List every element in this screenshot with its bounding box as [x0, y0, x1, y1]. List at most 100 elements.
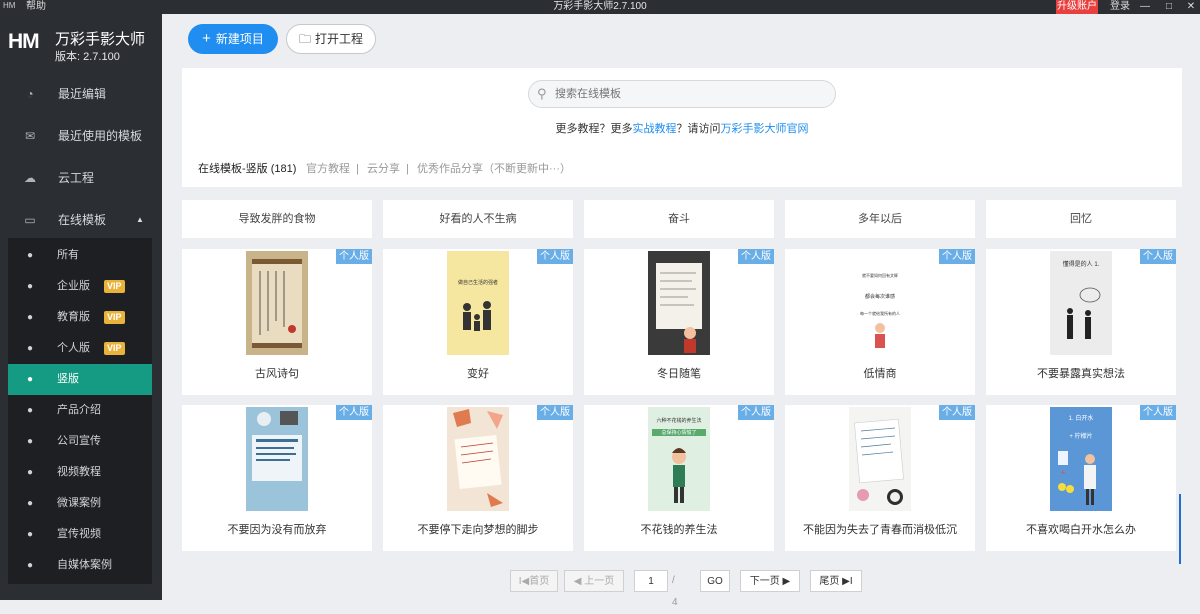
- tab-official-tutorials[interactable]: 官方教程: [306, 151, 350, 187]
- subitem-label: 教育版: [57, 311, 90, 323]
- subitem-label: 自媒体案例: [57, 559, 112, 571]
- more-tutorials-line: 更多教程？更多实战教程？请访问万彩手影大师官网: [182, 120, 1182, 136]
- personal-edition-badge: 个人版: [939, 405, 975, 420]
- template-card[interactable]: 个人版 古风诗句: [182, 249, 372, 395]
- login-button[interactable]: 登录: [1110, 0, 1130, 14]
- template-thumbnail: 就不要如何回有文辉 都会每次谁感 每一个就给我所有的人: [849, 251, 911, 355]
- tab-cloud-share[interactable]: 云分享: [367, 151, 400, 187]
- next-page-button[interactable]: 下一页 ▶: [740, 570, 800, 592]
- subitem-promo-video[interactable]: ● 宣传视频: [8, 519, 152, 550]
- prev-page-button[interactable]: ◀ 上一页: [564, 570, 624, 592]
- close-icon[interactable]: ✕: [1184, 0, 1198, 14]
- scrollbar[interactable]: [1179, 494, 1181, 564]
- category-tile[interactable]: 回忆: [986, 200, 1176, 238]
- template-card[interactable]: 个人版 冬日随笔: [584, 249, 774, 395]
- main-content: + 新建项目 🗀 打开工程 ⚲ 更多教程？更多实战教程？请访问万彩手影大师官网 在线…: [162, 14, 1200, 608]
- category-tile[interactable]: 导致发胖的食物: [182, 200, 372, 238]
- template-title: 不喜欢喝白开水怎么办: [1026, 524, 1136, 536]
- template-card[interactable]: 1. 白开水 + 柠檬片 + 个人版 不喜欢喝白开水怎么办: [986, 405, 1176, 551]
- bullet-icon: ●: [27, 374, 34, 385]
- tab-excellent-works[interactable]: 优秀作品分享（不断更新中···）: [417, 151, 571, 187]
- template-card[interactable]: 个人版 不能因为失去了青春而消极低沉: [785, 405, 975, 551]
- template-thumbnail: [648, 251, 710, 355]
- svg-text:+: +: [1061, 468, 1066, 477]
- template-title: 冬日随笔: [657, 368, 701, 380]
- maximize-icon[interactable]: □: [1162, 0, 1176, 14]
- tab-separator: |: [356, 163, 359, 175]
- bullet-icon: ●: [27, 281, 34, 292]
- tab-separator: |: [406, 163, 409, 175]
- first-page-button[interactable]: I◀首页: [510, 570, 558, 592]
- subitem-label: 企业版: [57, 280, 90, 292]
- nav-recent-templates[interactable]: ✉ 最近使用的模板: [0, 116, 162, 156]
- sidebar: HM 万彩手影大师 版本: 2.7.100 ◔ 最近编辑 ✉ 最近使用的模板 ☁…: [0, 14, 162, 600]
- category-tile[interactable]: 好看的人不生病: [383, 200, 573, 238]
- app-name: 万彩手影大师: [55, 31, 146, 48]
- official-site-link[interactable]: 万彩手影大师官网: [721, 123, 809, 135]
- online-templates-submenu: ● 所有 ● 企业版 VIP ● 教育版 VIP ● 个人版 VIP ● 竖版 ● 产品介绍 ● 公…: [8, 238, 152, 584]
- plus-icon: +: [202, 30, 211, 47]
- bullet-icon: ●: [27, 498, 34, 509]
- nav-label: 在线模板: [58, 213, 107, 227]
- template-title: 不要因为没有而放弃: [227, 524, 327, 536]
- subitem-microlesson[interactable]: ● 微课案例: [8, 488, 152, 519]
- subitem-personal[interactable]: ● 个人版 VIP: [8, 333, 152, 364]
- minimize-icon[interactable]: —: [1138, 0, 1152, 14]
- template-title: 不能因为失去了青春而消极低沉: [803, 524, 957, 536]
- go-button[interactable]: GO: [700, 570, 730, 592]
- nav-recent-edits[interactable]: ◔ 最近编辑: [0, 74, 162, 114]
- page-number-input[interactable]: 1: [634, 570, 668, 592]
- subitem-product-intro[interactable]: ● 产品介绍: [8, 395, 152, 426]
- template-title: 古风诗句: [255, 368, 299, 380]
- template-card[interactable]: 就不要如何回有文辉 都会每次谁感 每一个就给我所有的人 个人版 低情商: [785, 249, 975, 395]
- subitem-label: 宣传视频: [57, 528, 101, 540]
- mail-icon: ✉: [24, 129, 36, 143]
- subitem-label: 个人版: [57, 342, 90, 354]
- tab-online-vertical[interactable]: 在线模板-竖版 (181): [198, 151, 296, 187]
- last-page-button[interactable]: 尾页 ▶I: [810, 570, 862, 592]
- search-box[interactable]: ⚲: [528, 80, 836, 108]
- category-tile[interactable]: 奋斗: [584, 200, 774, 238]
- new-project-button[interactable]: + 新建项目: [188, 24, 278, 54]
- nav-cloud-project[interactable]: ☁ 云工程: [0, 158, 162, 198]
- template-thumbnail: [849, 407, 911, 511]
- subitem-education[interactable]: ● 教育版 VIP: [8, 302, 152, 333]
- nav-online-templates[interactable]: ▭ 在线模板 ▲: [0, 200, 162, 240]
- folder-icon: 🗀: [298, 32, 311, 46]
- bullet-icon: ●: [27, 405, 34, 416]
- template-card[interactable]: 个人版 不要停下走向梦想的脚步: [383, 405, 573, 551]
- people-figures-icon: [1067, 287, 1101, 339]
- subitem-video-tutorial[interactable]: ● 视频教程: [8, 457, 152, 488]
- family-figures-icon: [463, 301, 491, 331]
- page-total: / 4: [672, 575, 678, 608]
- subitem-all[interactable]: ● 所有: [8, 240, 152, 271]
- nav-label: 最近编辑: [58, 87, 107, 101]
- template-thumbnail: 1. 白开水 + 柠檬片 +: [1050, 407, 1112, 511]
- upgrade-account-button[interactable]: 升级账户: [1056, 0, 1098, 14]
- bullet-icon: ●: [27, 250, 34, 261]
- template-card[interactable]: 个人版 不要因为没有而放弃: [182, 405, 372, 551]
- subitem-self-media[interactable]: ● 自媒体案例: [8, 550, 152, 581]
- search-panel: ⚲ 更多教程？更多实战教程？请访问万彩手影大师官网: [182, 68, 1182, 156]
- subitem-vertical[interactable]: ● 竖版: [8, 364, 152, 395]
- tutorial-link[interactable]: 实战教程: [633, 123, 677, 135]
- search-icon[interactable]: ⚲: [537, 86, 547, 102]
- personal-edition-badge: 个人版: [1140, 405, 1176, 420]
- personal-edition-badge: 个人版: [939, 249, 975, 264]
- template-card[interactable]: 懂得是的人 1. 个人版 不要暴露真实想法: [986, 249, 1176, 395]
- caret-up-icon: ▲: [136, 215, 144, 224]
- bullet-icon: ●: [27, 467, 34, 478]
- template-thumbnail: 做自己生活的强者: [447, 251, 509, 355]
- open-project-button[interactable]: 🗀 打开工程: [286, 24, 376, 54]
- subitem-enterprise[interactable]: ● 企业版 VIP: [8, 271, 152, 302]
- template-card[interactable]: 做自己生活的强者 个人版 变好: [383, 249, 573, 395]
- subitem-label: 竖版: [57, 373, 79, 385]
- template-thumbnail: [246, 251, 308, 355]
- category-tile[interactable]: 多年以后: [785, 200, 975, 238]
- subitem-label: 微课案例: [57, 497, 101, 509]
- subitem-label: 视频教程: [57, 466, 101, 478]
- subitem-company-promo[interactable]: ● 公司宣传: [8, 426, 152, 457]
- search-input[interactable]: [555, 86, 825, 102]
- template-card[interactable]: 六种不花钱的养生法 总保持心情愉了 个人版 不花钱的养生法: [584, 405, 774, 551]
- personal-edition-badge: 个人版: [336, 405, 372, 420]
